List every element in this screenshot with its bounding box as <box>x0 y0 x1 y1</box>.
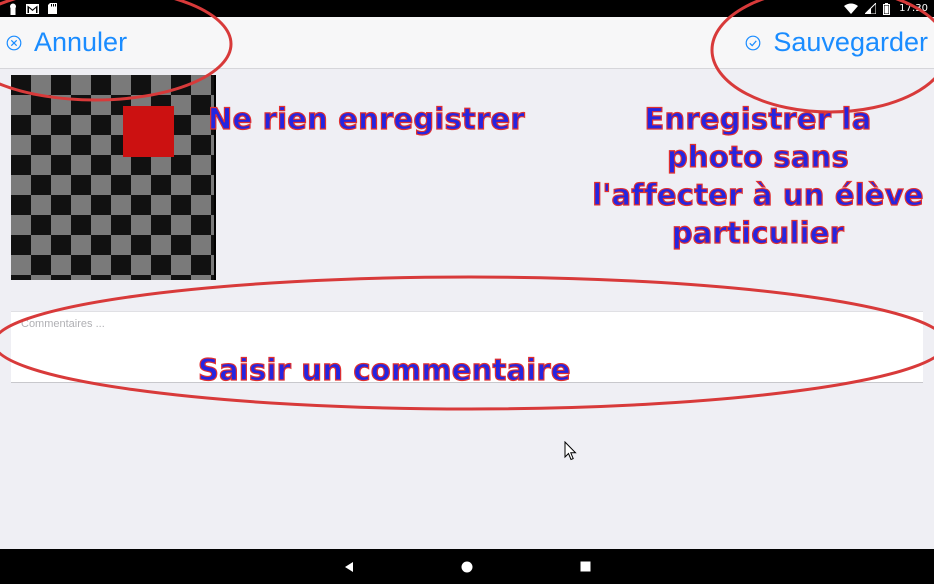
recents-icon <box>580 561 590 572</box>
gmail-icon <box>26 3 39 14</box>
save-button-label: Sauvegarder <box>773 27 928 57</box>
status-bar: 17:30 <box>0 0 934 17</box>
save-button[interactable]: Sauvegarder <box>745 17 928 68</box>
photo-red-square <box>123 106 174 157</box>
mouse-cursor-icon <box>564 441 577 461</box>
battery-icon <box>883 2 891 15</box>
status-left-icons <box>9 2 57 15</box>
save-annotation-line: photo sans <box>666 139 849 174</box>
cancel-button[interactable]: Annuler <box>6 17 127 68</box>
home-button[interactable] <box>447 549 487 584</box>
nav-header: Annuler Sauvegarder <box>0 17 934 69</box>
back-icon <box>345 561 353 572</box>
save-annotation-line: l'affecter à un élève <box>592 177 925 212</box>
cancel-annotation: Ne rien enregistrer <box>207 101 525 136</box>
status-clock: 17:30 <box>899 3 928 14</box>
signal-icon <box>865 3 877 14</box>
recents-button[interactable] <box>565 549 605 584</box>
x-circle-icon <box>6 35 22 51</box>
back-button[interactable] <box>329 549 369 584</box>
save-annotation: Enregistrer la photo sans l'affecter à u… <box>588 100 928 252</box>
save-annotation-line: particulier <box>671 215 845 250</box>
sd-card-icon <box>48 3 57 14</box>
comment-annotation: Saisir un commentaire <box>197 352 571 387</box>
wifi-icon <box>844 3 859 14</box>
cancel-button-label: Annuler <box>34 27 128 57</box>
check-circle-icon <box>745 35 761 51</box>
android-nav-bar <box>0 549 934 584</box>
keyhole-icon <box>10 3 16 15</box>
photo-thumbnail[interactable] <box>11 75 216 280</box>
save-annotation-line: Enregistrer la <box>644 101 872 136</box>
home-icon <box>461 561 473 572</box>
status-right-icons: 17:30 <box>844 0 928 17</box>
